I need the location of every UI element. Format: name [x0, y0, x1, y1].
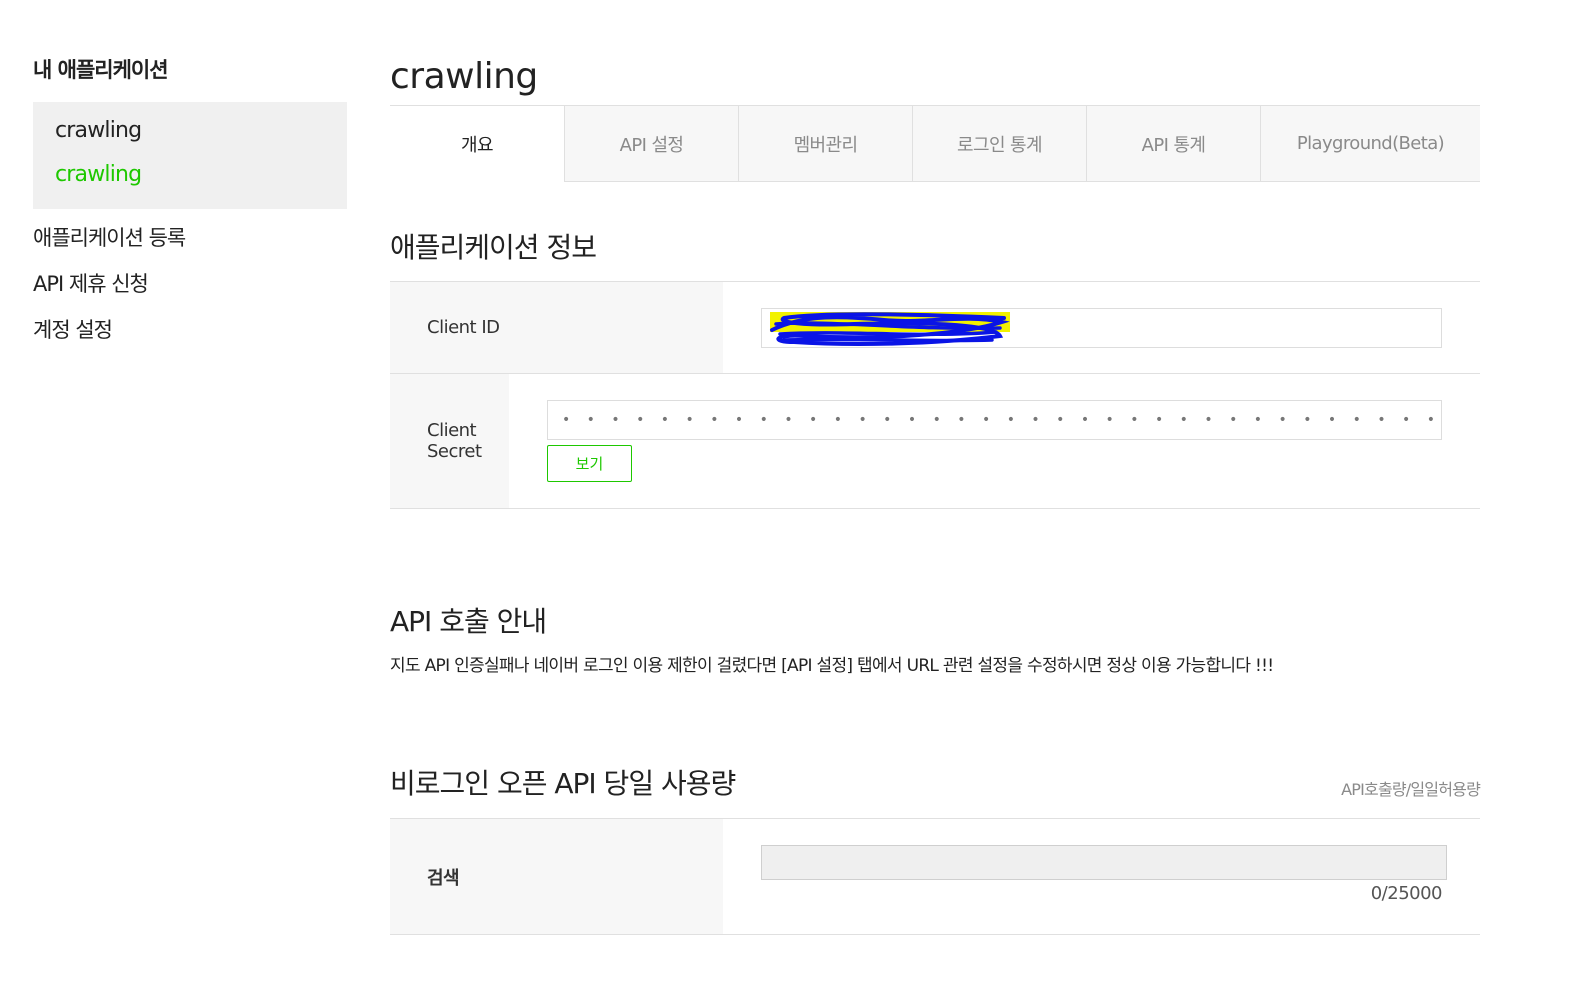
- client-id-field[interactable]: [761, 308, 1442, 348]
- main-content: crawling 개요 API 설정 멤버관리 로그인 통계 API 통계 Pl…: [390, 55, 1481, 935]
- client-id-label: Client ID: [390, 282, 723, 373]
- tab-overview[interactable]: 개요: [390, 106, 564, 182]
- sidebar: 내 애플리케이션 crawling crawling 애플리케이션 등록 API…: [33, 55, 347, 359]
- tab-api-settings[interactable]: API 설정: [564, 106, 738, 182]
- client-secret-cell: • • • • • • • • • • • • • • • • • • • • …: [509, 374, 1480, 508]
- usage-search-cell: 0/25000: [723, 819, 1480, 934]
- usage-search-label: 검색: [390, 819, 723, 934]
- tab-playground[interactable]: Playground(Beta): [1260, 106, 1480, 182]
- tab-bar: 개요 API 설정 멤버관리 로그인 통계 API 통계 Playground(…: [390, 105, 1480, 182]
- app-list: crawling crawling: [33, 102, 347, 209]
- api-guide-title: API 호출 안내: [390, 605, 547, 638]
- usage-row-search: 검색 0/25000: [390, 819, 1480, 935]
- account-settings-link[interactable]: 계정 설정: [33, 313, 347, 359]
- usage-progress-bar: [761, 845, 1447, 880]
- usage-title: 비로그인 오픈 API 당일 사용량: [390, 767, 736, 800]
- sidebar-links: 애플리케이션 등록 API 제휴 신청 계정 설정: [33, 221, 347, 359]
- client-id-cell: [723, 282, 1480, 373]
- view-secret-button[interactable]: 보기: [546, 445, 632, 482]
- usage-table: 검색 0/25000: [390, 818, 1480, 935]
- api-partnership-link[interactable]: API 제휴 신청: [33, 267, 347, 313]
- app-info-title: 애플리케이션 정보: [390, 231, 597, 264]
- client-secret-row: Client Secret • • • • • • • • • • • • • …: [390, 374, 1480, 509]
- usage-header: 비로그인 오픈 API 당일 사용량 API호출량/일일허용량: [390, 762, 1481, 802]
- client-secret-field[interactable]: • • • • • • • • • • • • • • • • • • • • …: [546, 400, 1442, 440]
- page-title: crawling: [390, 56, 538, 97]
- usage-count: 0/25000: [1370, 883, 1443, 904]
- usage-unit-label: API호출량/일일허용량: [1341, 780, 1481, 799]
- register-application-link[interactable]: 애플리케이션 등록: [33, 221, 347, 267]
- tab-members[interactable]: 멤버관리: [738, 106, 912, 182]
- app-info-table: Client ID Client Secret • • • • • • • • …: [390, 281, 1480, 509]
- client-secret-label: Client Secret: [390, 374, 509, 508]
- app-item-group[interactable]: crawling: [55, 116, 347, 160]
- tab-api-stats[interactable]: API 통계: [1086, 106, 1260, 182]
- sidebar-title: 내 애플리케이션: [33, 58, 169, 82]
- app-item-crawling[interactable]: crawling: [55, 160, 347, 204]
- redaction-scribble: [770, 312, 1010, 346]
- client-id-row: Client ID: [390, 282, 1480, 374]
- tab-login-stats[interactable]: 로그인 통계: [912, 106, 1086, 182]
- api-guide-description: 지도 API 인증실패나 네이버 로그인 이용 제한이 걸렸다면 [API 설정…: [390, 656, 1274, 676]
